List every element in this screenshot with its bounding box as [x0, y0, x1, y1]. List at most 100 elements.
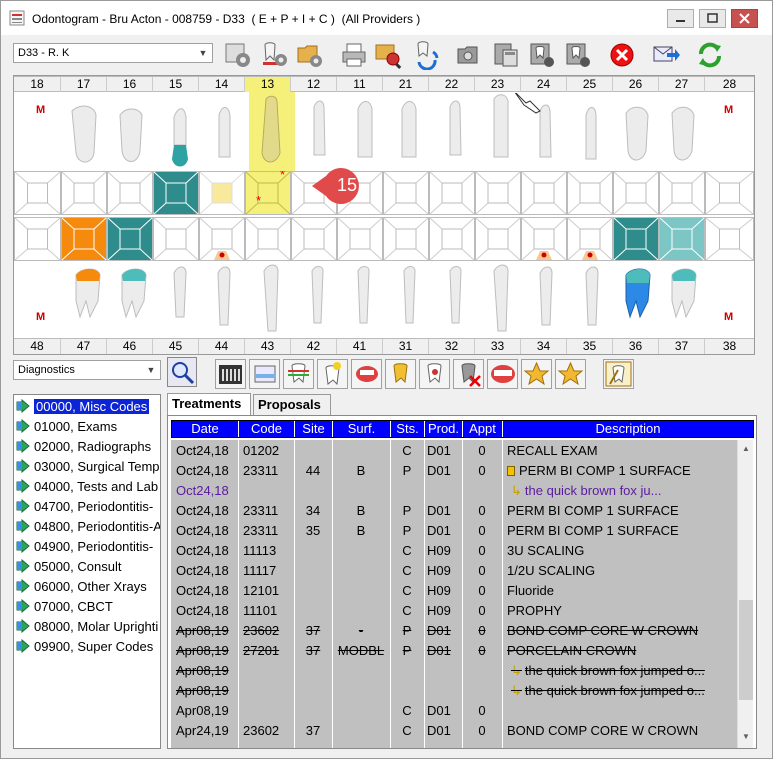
maximize-button[interactable] [699, 9, 726, 28]
cancel-icon[interactable] [607, 40, 637, 70]
code-category-tree[interactable]: 00000, Misc Codes 01000, Exams 02000, Radi… [13, 394, 161, 749]
tooth-number[interactable]: 23 [475, 77, 521, 92]
vertical-scrollbar[interactable]: ▲ ▼ [737, 440, 753, 748]
calculator-icon[interactable] [491, 40, 521, 70]
tooth-number[interactable]: 46 [107, 339, 153, 354]
crown-button[interactable] [385, 359, 416, 389]
cavity-button[interactable] [419, 359, 450, 389]
table-row[interactable]: Oct24,18 12101 C H09 0 Fluoride [171, 580, 737, 600]
tree-item[interactable]: 08000, Molar Uprighti [16, 617, 160, 637]
tree-item[interactable]: 04900, Periodontitis- [16, 537, 160, 557]
table-row[interactable]: Oct24,18 01202 C D01 0 RECALL EXAM [171, 440, 737, 460]
table-row[interactable]: Apr08,19 ↳ the quick brown fox jumped o... [171, 660, 737, 680]
radiograph-button[interactable] [215, 359, 246, 389]
tree-item[interactable]: 04800, Periodontitis-A [16, 517, 160, 537]
tooth-number[interactable]: 47 [61, 339, 107, 354]
odontogram-chart[interactable]: 18 17 16 15 14 13 12 11 21 22 23 24 25 2… [13, 75, 755, 355]
favorite-button[interactable] [521, 359, 552, 389]
tooth-settings-icon[interactable] [259, 40, 289, 70]
scroll-down-icon[interactable]: ▼ [740, 732, 752, 744]
scroll-thumb[interactable] [739, 600, 753, 700]
tooth-check-icon[interactable] [563, 40, 593, 70]
column-prod[interactable]: Prod. [425, 421, 463, 437]
tree-item[interactable]: 04700, Periodontitis- [16, 497, 160, 517]
cleaning-button[interactable] [249, 359, 280, 389]
tab-treatments[interactable]: Treatments [167, 393, 251, 415]
send-icon[interactable] [651, 40, 681, 70]
table-row[interactable]: Oct24,18 11113 C H09 0 3U SCALING [171, 540, 737, 560]
camera-icon[interactable] [455, 40, 485, 70]
favorite-alt-button[interactable] [555, 359, 586, 389]
denture-button[interactable] [487, 359, 518, 389]
table-row[interactable]: Apr24,19 23602 37 C D01 0 BOND COMP CORE W CRO… [171, 720, 737, 740]
table-row[interactable]: Apr08,19 C D01 0 [171, 700, 737, 720]
settings-icon[interactable] [223, 40, 253, 70]
tree-item[interactable]: 05000, Consult [16, 557, 160, 577]
tooth-number[interactable]: 38 [705, 339, 754, 354]
column-appt[interactable]: Appt [463, 421, 503, 437]
tooth-number[interactable]: 32 [429, 339, 475, 354]
tree-item[interactable]: 06000, Other Xrays [16, 577, 160, 597]
mouth-button[interactable] [351, 359, 382, 389]
tooth-number[interactable]: 18 [14, 77, 61, 92]
tooth-highlight-button[interactable] [317, 359, 348, 389]
diagnostic-tooth-button[interactable] [283, 359, 314, 389]
extract-button[interactable] [453, 359, 484, 389]
tooth-number[interactable]: 11 [337, 77, 383, 92]
tooth-number[interactable]: 28 [705, 77, 754, 92]
tooth-number[interactable]: 36 [613, 339, 659, 354]
tooth-number[interactable]: 43 [245, 339, 291, 354]
table-row[interactable]: Oct24,18 23311 35 B P D01 0 PERM BI COMP 1 SURF… [171, 520, 737, 540]
tooth-number[interactable]: 34 [521, 339, 567, 354]
tooth-number[interactable]: 37 [659, 339, 705, 354]
tree-item[interactable]: 04000, Tests and Lab [16, 477, 160, 497]
tooth-number[interactable]: 44 [199, 339, 245, 354]
tooth-number[interactable]: 16 [107, 77, 153, 92]
search-button[interactable] [167, 357, 197, 387]
tooth-number[interactable]: 33 [475, 339, 521, 354]
tooth-number[interactable]: 42 [291, 339, 337, 354]
close-button[interactable] [731, 9, 758, 28]
table-row[interactable]: Oct24,18 11117 C H09 0 1/2U SCALING [171, 560, 737, 580]
column-sts[interactable]: Sts. [391, 421, 425, 437]
minimize-button[interactable] [667, 9, 694, 28]
search-plan-icon[interactable] [373, 40, 403, 70]
tooth-number[interactable]: 41 [337, 339, 383, 354]
table-row[interactable]: Oct24,18 23311 44 B P D01 0 PERM BI COMP 1 SURF… [171, 460, 737, 480]
column-surf[interactable]: Surf. [333, 421, 391, 437]
column-description[interactable]: Description [503, 421, 753, 437]
tree-item[interactable]: 00000, Misc Codes [16, 397, 160, 417]
table-row[interactable]: Oct24,18 ↳ the quick brown fox ju... [171, 480, 737, 500]
tooth-number[interactable]: 17 [61, 77, 107, 92]
scroll-up-icon[interactable]: ▲ [740, 444, 752, 456]
tree-item[interactable]: 07000, CBCT [16, 597, 160, 617]
lower-surface-grid[interactable] [14, 217, 754, 261]
refresh-tooth-icon[interactable] [411, 40, 441, 70]
tooth-edit-button[interactable] [603, 359, 634, 389]
category-select[interactable]: Diagnostics ▼ [13, 360, 161, 380]
tooth-number[interactable]: 24 [521, 77, 567, 92]
column-code[interactable]: Code [239, 421, 295, 437]
tooth-number[interactable]: 21 [383, 77, 429, 92]
tooth-number[interactable]: 15 [153, 77, 199, 92]
provider-select[interactable]: D33 - R. K ▼ [13, 43, 213, 63]
print-icon[interactable] [339, 40, 369, 70]
sync-icon[interactable] [695, 40, 725, 70]
table-row[interactable]: Oct24,18 11101 C H09 0 PROPHY [171, 600, 737, 620]
tooth-number[interactable]: 14 [199, 77, 245, 92]
folder-settings-icon[interactable] [295, 40, 325, 70]
tooth-number[interactable]: 26 [613, 77, 659, 92]
tree-item[interactable]: 01000, Exams [16, 417, 160, 437]
tooth-info-icon[interactable] [527, 40, 557, 70]
table-row[interactable]: Apr08,19 23602 37 - P D01 0 BOND COMP CORE W CR… [171, 620, 737, 640]
table-row[interactable]: Oct24,18 23311 34 B P D01 0 PERM BI COMP 1 SURF… [171, 500, 737, 520]
tooth-number[interactable]: 22 [429, 77, 475, 92]
table-row[interactable]: Apr08,19 27201 37 MODBL P D01 0 PORCELAIN CROWN [171, 640, 737, 660]
upper-surface-grid[interactable]: ** [14, 171, 754, 215]
tooth-number[interactable]: 12 [291, 77, 337, 92]
tooth-number[interactable]: 27 [659, 77, 705, 92]
tooth-number[interactable]: 13 [245, 77, 291, 92]
treatment-grid[interactable]: Date Code Site Surf. Sts. Prod. Appt Des… [167, 415, 757, 749]
tree-item[interactable]: 02000, Radiographs [16, 437, 160, 457]
tree-item[interactable]: 03000, Surgical Temp [16, 457, 160, 477]
